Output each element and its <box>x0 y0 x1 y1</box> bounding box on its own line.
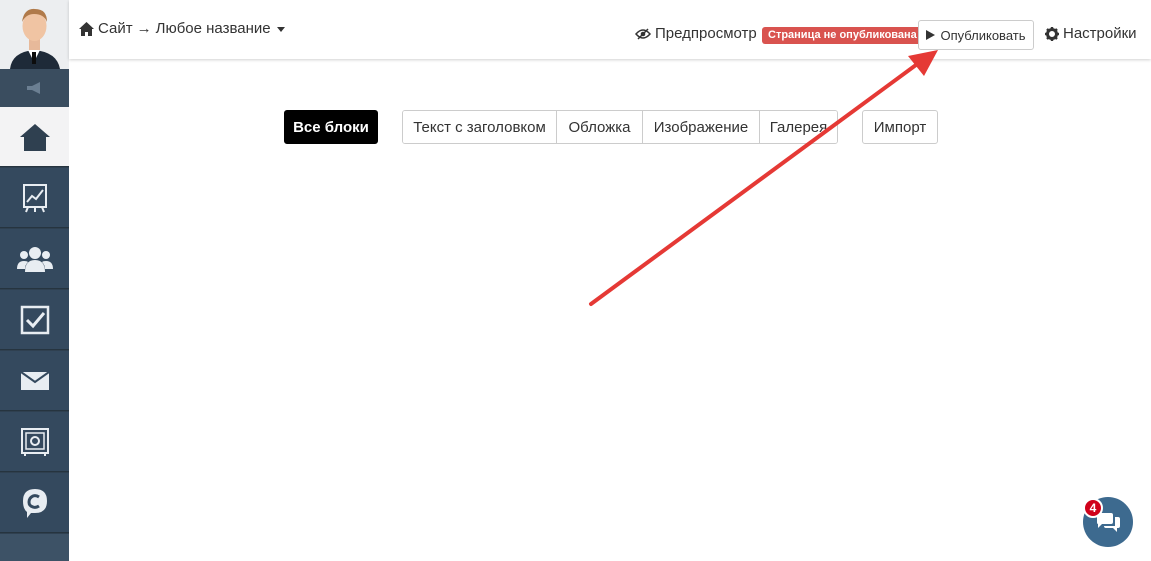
sidebar-item-safe[interactable] <box>0 412 69 472</box>
home-icon <box>79 21 94 36</box>
category-image[interactable]: Изображение <box>643 111 760 143</box>
sidebar-item-chat-service[interactable] <box>0 473 69 533</box>
breadcrumb-site[interactable]: Сайт <box>98 20 133 37</box>
status-badge: Страница не опубликована <box>762 27 923 44</box>
megaphone-icon <box>26 82 40 94</box>
sidebar-item-tasks[interactable] <box>0 290 69 350</box>
avatar[interactable] <box>0 0 69 69</box>
all-blocks-button[interactable]: Все блоки <box>284 110 378 144</box>
block-category-group: Текст с заголовком Обложка Изображение Г… <box>402 110 838 144</box>
chat-c-icon <box>22 488 47 518</box>
preview-label: Предпросмотр <box>655 25 757 42</box>
chevron-down-icon <box>276 27 285 32</box>
annotation-arrow <box>589 50 938 306</box>
gear-icon <box>1045 26 1059 41</box>
eye-slash-icon <box>635 27 651 40</box>
chat-unread-badge: 4 <box>1083 498 1103 518</box>
app-root: Сайт → Любое название Предпросмотр Стран… <box>0 0 1151 561</box>
publish-label: Опубликовать <box>940 27 1026 43</box>
chart-icon <box>22 183 47 212</box>
sidebar <box>0 0 69 561</box>
category-cover[interactable]: Обложка <box>557 111 643 143</box>
publish-button[interactable]: Опубликовать <box>918 20 1034 50</box>
sidebar-item-users[interactable] <box>0 229 69 289</box>
preview-link[interactable]: Предпросмотр <box>635 25 757 42</box>
announcement-button[interactable] <box>0 69 69 107</box>
sidebar-item-statistics[interactable] <box>0 168 69 228</box>
category-text-with-heading[interactable]: Текст с заголовком <box>403 111 557 143</box>
breadcrumb[interactable]: Сайт → Любое название <box>79 20 285 37</box>
play-icon <box>926 30 936 40</box>
breadcrumb-separator: → <box>136 20 152 37</box>
safe-icon <box>20 427 49 456</box>
sidebar-item-home[interactable] <box>0 107 69 167</box>
sidebar-item-mail[interactable] <box>0 351 69 411</box>
home-icon <box>19 123 50 151</box>
checkbox-icon <box>20 305 49 334</box>
import-button[interactable]: Импорт <box>862 110 938 144</box>
breadcrumb-page[interactable]: Любое название <box>156 20 271 37</box>
top-header: Сайт → Любое название Предпросмотр Стран… <box>69 0 1151 59</box>
sidebar-footer <box>0 534 69 561</box>
settings-link[interactable]: Настройки <box>1045 25 1137 42</box>
mail-icon <box>19 370 50 390</box>
settings-label: Настройки <box>1063 25 1137 42</box>
category-gallery[interactable]: Галерея <box>760 111 837 143</box>
users-icon <box>16 246 53 272</box>
